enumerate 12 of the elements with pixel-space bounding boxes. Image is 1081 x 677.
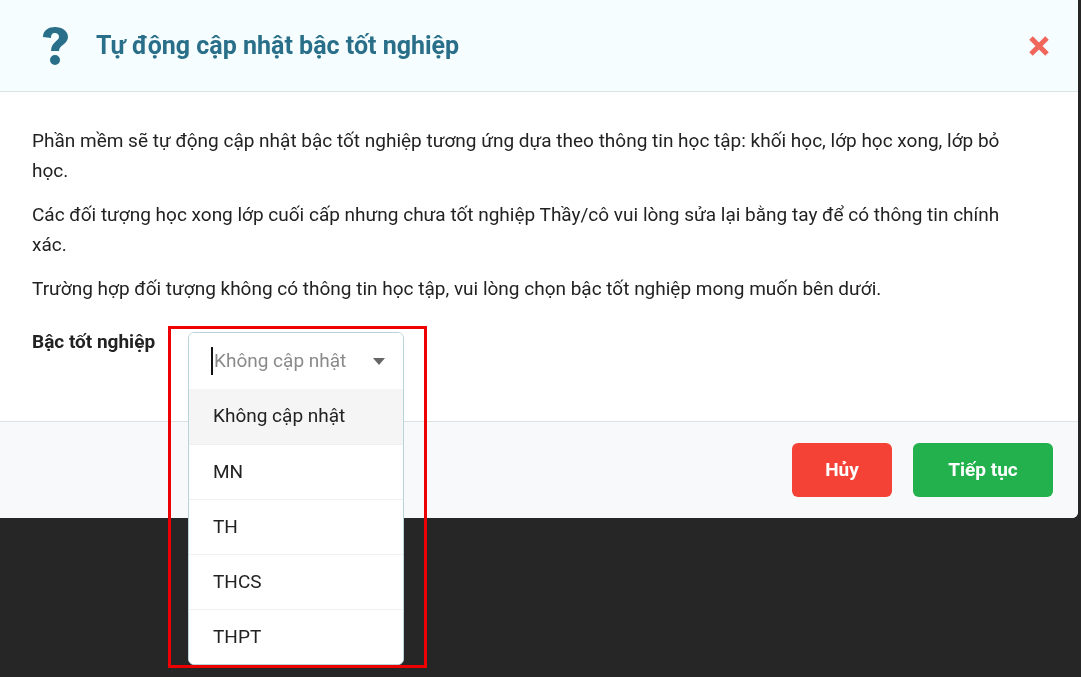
description-text: Phần mềm sẽ tự động cập nhật bậc tốt nghiệp tương ứng dựa theo thông tin học tập: khối học, lớp học xong, lớp bỏ học. bbox=[32, 128, 1001, 184]
select-input[interactable]: Không cập nhật bbox=[211, 346, 361, 376]
dropdown-option[interactable]: Không cập nhật bbox=[189, 389, 403, 444]
close-icon[interactable] bbox=[1028, 34, 1050, 57]
dropdown-option[interactable]: THPT bbox=[189, 609, 403, 664]
cancel-button[interactable]: Hủy bbox=[792, 443, 892, 497]
description-text: Trường hợp đối tượng không có thông tin học tập, vui lòng chọn bậc tốt nghiệp mong muốn bên dưới. bbox=[32, 276, 883, 302]
caret-icon bbox=[373, 357, 385, 365]
field-label: Bậc tốt nghiệp bbox=[32, 329, 156, 355]
question-icon bbox=[40, 25, 70, 66]
dialog-title: Tự động cập nhật bậc tốt nghiệp bbox=[96, 29, 461, 62]
description-text: Các đối tượng học xong lớp cuối cấp nhưng chưa tốt nghiệp Thầy/cô vui lòng sửa lại bằng tay để có thông tin chính xác. bbox=[32, 202, 1001, 258]
